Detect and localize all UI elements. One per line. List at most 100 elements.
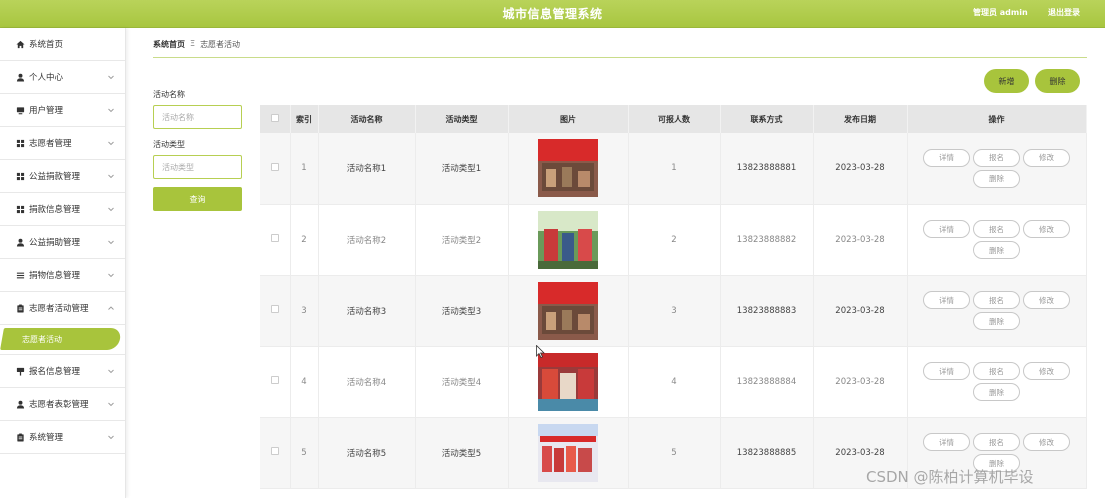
- breadcrumb-home[interactable]: 系统首页: [153, 39, 185, 50]
- detail-button[interactable]: 详情: [923, 362, 970, 380]
- activity-name-cell: 活动名称5: [318, 417, 416, 489]
- edit-button[interactable]: 修改: [1023, 220, 1070, 238]
- sidebar-item[interactable]: 系统管理: [0, 421, 125, 454]
- sidebar-item[interactable]: 个人中心: [0, 61, 125, 94]
- chevron-down-icon: [108, 273, 114, 278]
- breadcrumb: 系统首页 Ξ 志愿者活动: [153, 39, 240, 50]
- grid-icon: [15, 204, 25, 214]
- chevron-down-icon: [108, 174, 114, 179]
- sidebar-item-label: 志愿者管理: [29, 139, 72, 149]
- signup-button[interactable]: 报名: [973, 291, 1020, 309]
- row-checkbox[interactable]: [270, 162, 279, 171]
- sidebar-item[interactable]: 用户管理: [0, 94, 125, 127]
- row-delete-button[interactable]: 删除: [973, 383, 1020, 401]
- sidebar-item[interactable]: 报名信息管理: [0, 355, 125, 388]
- detail-button[interactable]: 详情: [923, 433, 970, 451]
- column-header: 索引: [290, 105, 319, 133]
- phone-cell: 13823888882: [720, 204, 814, 276]
- row-select-cell[interactable]: [260, 275, 291, 347]
- activity-name-input[interactable]: [153, 105, 242, 129]
- sidebar-item[interactable]: 志愿者活动管理: [0, 292, 125, 325]
- row-select-cell[interactable]: [260, 204, 291, 276]
- sidebar-item[interactable]: 捐物信息管理: [0, 259, 125, 292]
- home-icon: [15, 39, 25, 49]
- image-cell: [508, 133, 629, 205]
- row-checkbox[interactable]: [270, 234, 279, 242]
- user-icon: [15, 72, 25, 82]
- detail-button[interactable]: 详情: [923, 291, 970, 309]
- row-select-cell[interactable]: [260, 417, 291, 489]
- signup-button[interactable]: 报名: [973, 362, 1020, 380]
- phone-cell: 13823888884: [720, 346, 814, 418]
- row-delete-button[interactable]: 删除: [973, 169, 1020, 188]
- activity-type-label: 活动类型: [153, 140, 185, 149]
- row-delete-button[interactable]: 删除: [973, 312, 1020, 330]
- signup-button[interactable]: 报名: [973, 148, 1020, 167]
- activity-name-cell: 活动名称4: [318, 346, 416, 418]
- detail-button[interactable]: 详情: [923, 148, 970, 167]
- mouse-cursor-icon: [536, 345, 545, 358]
- date-cell: 2023-03-28: [813, 204, 908, 276]
- activity-type-cell: 活动类型1: [415, 133, 509, 205]
- select-all-checkbox[interactable]: [270, 114, 279, 122]
- edit-button[interactable]: 修改: [1023, 433, 1070, 451]
- signup-button[interactable]: 报名: [973, 433, 1020, 451]
- edit-button[interactable]: 修改: [1023, 291, 1070, 309]
- pin-icon: [15, 366, 25, 376]
- activity-name-cell: 活动名称3: [318, 275, 416, 347]
- chevron-up-icon: [108, 306, 114, 310]
- activity-name-label: 活动名称: [153, 90, 185, 99]
- logout-link[interactable]: 退出登录: [1048, 7, 1080, 18]
- row-select-cell[interactable]: [260, 133, 291, 205]
- sidebar-item[interactable]: 捐款信息管理: [0, 193, 125, 226]
- grid-icon: [15, 138, 25, 148]
- row-select-cell[interactable]: [260, 346, 291, 418]
- user-icon: [15, 399, 25, 409]
- row-delete-button[interactable]: 删除: [973, 241, 1020, 259]
- clipboard-icon: [15, 303, 25, 313]
- table-row: 2 活动名称2 活动类型2 2 13823888882 2023-03-28 详情 报名 修改删…: [260, 204, 1087, 276]
- sidebar-item-label: 报名信息管理: [29, 367, 81, 377]
- sidebar-item-label: 志愿者活动管理: [29, 304, 89, 314]
- breadcrumb-current: 志愿者活动: [200, 40, 241, 49]
- select-all-cell[interactable]: [260, 105, 291, 133]
- edit-button[interactable]: 修改: [1023, 148, 1070, 167]
- activity-image: [538, 210, 598, 269]
- column-header: 联系方式: [720, 105, 814, 133]
- query-button[interactable]: 查询: [153, 187, 242, 211]
- column-header: 操作: [907, 105, 1087, 133]
- count-cell: 4: [628, 346, 721, 418]
- index-cell: 5: [290, 417, 319, 489]
- sidebar-item[interactable]: 公益捐助管理: [0, 226, 125, 259]
- grid-icon: [15, 171, 25, 181]
- row-checkbox[interactable]: [270, 305, 279, 313]
- breadcrumb-separator-icon: Ξ: [190, 39, 196, 48]
- activity-type-cell: 活动类型5: [415, 417, 509, 489]
- chevron-down-icon: [108, 435, 114, 440]
- activity-image: [538, 423, 598, 482]
- count-cell: 1: [628, 133, 721, 205]
- image-cell: [508, 204, 629, 276]
- delete-button[interactable]: 删除: [1035, 69, 1080, 93]
- list-icon: [15, 270, 25, 280]
- ops-cell: 详情 报名 修改 删除: [907, 346, 1087, 418]
- row-checkbox[interactable]: [270, 376, 279, 384]
- sidebar-item[interactable]: 公益捐款管理: [0, 160, 125, 193]
- activity-image: [538, 281, 598, 340]
- count-cell: 2: [628, 204, 721, 276]
- sidebar-item-label: 公益捐助管理: [29, 238, 81, 248]
- sidebar-item[interactable]: 志愿者表彰管理: [0, 388, 125, 421]
- sidebar-item[interactable]: 志愿者管理: [0, 127, 125, 160]
- sidebar-subitem-volunteer-activity[interactable]: 志愿者活动: [0, 325, 125, 355]
- activity-type-input[interactable]: [153, 155, 242, 179]
- add-button[interactable]: 新增: [984, 69, 1029, 93]
- edit-button[interactable]: 修改: [1023, 362, 1070, 380]
- column-header: 可报人数: [628, 105, 721, 133]
- row-checkbox[interactable]: [270, 447, 279, 455]
- signup-button[interactable]: 报名: [973, 220, 1020, 238]
- sidebar-item[interactable]: 系统首页: [0, 28, 125, 61]
- clipboard-icon: [15, 432, 25, 442]
- column-header: 活动名称: [318, 105, 416, 133]
- chevron-down-icon: [108, 240, 114, 245]
- detail-button[interactable]: 详情: [923, 220, 970, 238]
